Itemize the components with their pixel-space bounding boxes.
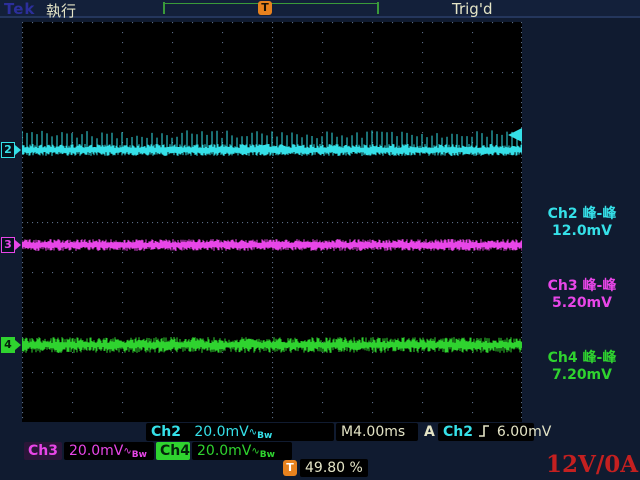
ch3-marker-label: 3 bbox=[1, 237, 15, 253]
trigger-t-icon: T bbox=[283, 460, 297, 476]
trigger-readout: Ch2 6.00mV bbox=[438, 423, 534, 441]
graticule-display bbox=[22, 22, 522, 422]
trigger-position-readout: 49.80 % bbox=[300, 459, 368, 477]
tek-logo: Tek bbox=[4, 0, 35, 18]
trigger-source-label: Ch2 bbox=[443, 424, 473, 440]
ch3-label: Ch3 bbox=[24, 442, 62, 460]
trigger-level-value: 6.00mV bbox=[497, 424, 551, 440]
graticule-svg bbox=[22, 22, 522, 422]
ac-coupling-icon: ∿ bbox=[249, 427, 257, 438]
ch3-position-marker: 3 bbox=[1, 237, 21, 253]
measurement-label: Ch2 峰-峰 bbox=[524, 206, 640, 223]
measurement-ch2-pkpk: Ch2 峰-峰 12.0mV bbox=[524, 206, 640, 240]
ch4-scale-value: 20.0mV bbox=[197, 443, 251, 459]
ch2-scale-value: 20.0mV bbox=[194, 424, 248, 440]
trigger-status: Trig'd bbox=[452, 0, 492, 18]
ch2-position-marker: 2 bbox=[1, 142, 21, 158]
bandwidth-limit-icon: Bw bbox=[260, 450, 275, 460]
trigger-level-arrow-icon bbox=[508, 128, 522, 142]
measurement-value: 5.20mV bbox=[524, 295, 640, 312]
ch2-marker-label: 2 bbox=[1, 142, 15, 158]
ch4-marker-label: 4 bbox=[1, 337, 15, 353]
psu-overlay-label: 12V/0A bbox=[546, 451, 638, 478]
bandwidth-limit-icon: Bw bbox=[257, 431, 272, 441]
ch4-position-marker: 4 bbox=[1, 337, 21, 353]
ch4-scale-readout: 20.0mV∿Bw bbox=[192, 442, 292, 460]
ch3-marker-arrow-icon bbox=[15, 240, 21, 250]
ac-coupling-icon: ∿ bbox=[251, 446, 259, 457]
trigger-flag-icon: T bbox=[258, 1, 272, 15]
ch3-scale-readout: 20.0mV∿Bw bbox=[64, 442, 154, 460]
bandwidth-limit-icon: Bw bbox=[132, 450, 147, 460]
acquisition-status: 執行 bbox=[46, 0, 76, 21]
ch2-marker-arrow-icon bbox=[15, 145, 21, 155]
ch4-marker-arrow-icon bbox=[15, 340, 21, 350]
ch2-scale-readout: Ch2 20.0mV∿Bw bbox=[146, 423, 334, 441]
ch3-scale-value: 20.0mV bbox=[69, 443, 123, 459]
measurement-label: Ch3 峰-峰 bbox=[524, 278, 640, 295]
measurement-value: 12.0mV bbox=[524, 223, 640, 240]
ch4-label: Ch4 bbox=[156, 442, 190, 460]
measurement-ch3-pkpk: Ch3 峰-峰 5.20mV bbox=[524, 278, 640, 312]
header-bar: Tek 執行 T Trig'd bbox=[0, 0, 640, 18]
measurement-value: 7.20mV bbox=[524, 367, 640, 384]
trigger-mode-label: A bbox=[424, 423, 435, 441]
rising-edge-icon bbox=[479, 424, 490, 442]
timebase-readout: M4.00ms bbox=[336, 423, 418, 441]
ac-coupling-icon: ∿ bbox=[123, 446, 131, 457]
measurement-ch4-pkpk: Ch4 峰-峰 7.20mV bbox=[524, 350, 640, 384]
measurement-label: Ch4 峰-峰 bbox=[524, 350, 640, 367]
ch2-label: Ch2 bbox=[151, 424, 181, 440]
